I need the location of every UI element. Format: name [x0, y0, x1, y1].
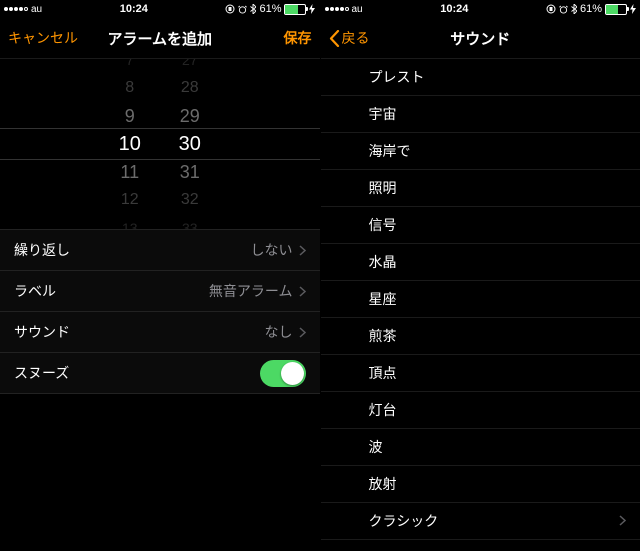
- sound-item-label: 宇宙: [369, 104, 397, 124]
- picker-hour-item[interactable]: 12: [100, 186, 160, 214]
- chevron-right-icon: [299, 245, 306, 256]
- picker-minute-item[interactable]: 32: [160, 186, 220, 214]
- repeat-cell[interactable]: 繰り返し しない: [0, 229, 320, 271]
- picker-hour-item[interactable]: 8: [100, 74, 160, 102]
- battery-icon: [284, 4, 306, 15]
- status-time: 10:24: [440, 3, 468, 15]
- screen-sound: au 10:24 61%: [320, 0, 640, 551]
- back-button[interactable]: 戻る: [329, 28, 370, 48]
- picker-hour-item[interactable]: 9: [100, 102, 160, 130]
- charging-icon: [630, 4, 636, 14]
- nav-bar: キャンセル アラームを追加 保存: [0, 18, 320, 59]
- sound-item-label: 星座: [369, 289, 397, 309]
- sound-item-label: 波: [369, 437, 383, 457]
- rotation-lock-icon: [225, 4, 235, 14]
- sound-item[interactable]: 灯台: [321, 392, 640, 429]
- sound-item[interactable]: 波: [321, 429, 640, 466]
- sound-item[interactable]: 海岸で: [321, 133, 640, 170]
- back-label: 戻る: [342, 28, 370, 48]
- sound-item-label: クラシック: [369, 511, 439, 531]
- picker-minute-selected[interactable]: 30: [160, 130, 220, 158]
- picker-hour-item[interactable]: 11: [100, 158, 160, 186]
- sound-item-label: プレスト: [369, 67, 425, 87]
- status-bar: au 10:24 61%: [321, 0, 640, 18]
- sound-item[interactable]: 煎茶: [321, 318, 640, 355]
- list-separator: [321, 540, 640, 551]
- sound-item[interactable]: 信号: [321, 207, 640, 244]
- battery-pct: 61%: [259, 3, 281, 15]
- sound-item[interactable]: 放射: [321, 466, 640, 503]
- chevron-right-icon: [619, 513, 626, 529]
- sound-item-label: 水晶: [369, 252, 397, 272]
- screen-add-alarm: au 10:24 61% キャンセル: [0, 0, 320, 551]
- hour-column[interactable]: 7 8 9 10 11 12 13: [100, 59, 160, 229]
- label-value: 無音アラーム: [209, 281, 293, 301]
- alarm-icon: [238, 5, 247, 14]
- settings-list: 繰り返し しない ラベル 無音アラーム サウンド: [0, 229, 320, 394]
- chevron-left-icon: [329, 30, 340, 47]
- nav-bar: 戻る サウンド: [321, 18, 640, 59]
- snooze-switch[interactable]: [260, 360, 306, 387]
- status-time: 10:24: [120, 3, 148, 15]
- minute-column[interactable]: 27 28 29 30 31 32 33: [160, 59, 220, 229]
- sound-value: なし: [265, 322, 293, 342]
- sound-list[interactable]: プレスト 宇宙 海岸で 照明 信号 水晶 星座 煎茶 頂点 灯台 波 放射 クラ…: [321, 59, 640, 551]
- status-bar: au 10:24 61%: [0, 0, 320, 18]
- sound-item[interactable]: 頂点: [321, 355, 640, 392]
- carrier-label: au: [352, 4, 363, 15]
- sound-item-label: 放射: [369, 474, 397, 494]
- alarm-icon: [559, 5, 568, 14]
- sound-item-classic[interactable]: クラシック: [321, 503, 640, 540]
- chevron-right-icon: [299, 286, 306, 297]
- repeat-label: 繰り返し: [14, 240, 70, 260]
- label-cell[interactable]: ラベル 無音アラーム: [0, 271, 320, 312]
- label-label: ラベル: [14, 281, 56, 301]
- picker-hour-item[interactable]: 7: [100, 59, 160, 74]
- snooze-label: スヌーズ: [14, 363, 69, 383]
- picker-minute-item[interactable]: 27: [160, 59, 220, 74]
- battery-pct: 61%: [580, 3, 602, 15]
- picker-hour-selected[interactable]: 10: [100, 130, 160, 158]
- cancel-button[interactable]: キャンセル: [8, 28, 78, 48]
- charging-icon: [309, 4, 315, 14]
- picker-minute-item[interactable]: 29: [160, 102, 220, 130]
- sound-item-label: 海岸で: [369, 141, 411, 161]
- signal-dots-icon: [325, 7, 349, 11]
- sound-item[interactable]: プレスト: [321, 59, 640, 96]
- signal-dots-icon: [4, 7, 28, 11]
- sound-item[interactable]: 水晶: [321, 244, 640, 281]
- picker-minute-item[interactable]: 33: [160, 214, 220, 229]
- rotation-lock-icon: [546, 4, 556, 14]
- sound-item-label: 信号: [369, 215, 397, 235]
- picker-minute-item[interactable]: 31: [160, 158, 220, 186]
- sound-item[interactable]: 宇宙: [321, 96, 640, 133]
- battery-icon: [605, 4, 627, 15]
- bluetooth-icon: [571, 4, 577, 14]
- time-picker[interactable]: 7 8 9 10 11 12 13 27 28 29 30 31 32 33: [0, 59, 320, 229]
- save-button[interactable]: 保存: [284, 28, 312, 48]
- picker-hour-item[interactable]: 13: [100, 214, 160, 229]
- sound-cell[interactable]: サウンド なし: [0, 312, 320, 353]
- carrier-label: au: [31, 4, 42, 15]
- bluetooth-icon: [250, 4, 256, 14]
- chevron-right-icon: [299, 327, 306, 338]
- sound-item-label: 頂点: [369, 363, 397, 383]
- sound-item-label: 煎茶: [369, 326, 397, 346]
- sound-label: サウンド: [14, 322, 70, 342]
- snooze-cell: スヌーズ: [0, 353, 320, 394]
- sound-item-label: 灯台: [369, 400, 397, 420]
- sound-item[interactable]: 照明: [321, 170, 640, 207]
- sound-item[interactable]: 星座: [321, 281, 640, 318]
- picker-minute-item[interactable]: 28: [160, 74, 220, 102]
- sound-item-label: 照明: [369, 178, 397, 198]
- repeat-value: しない: [251, 240, 293, 260]
